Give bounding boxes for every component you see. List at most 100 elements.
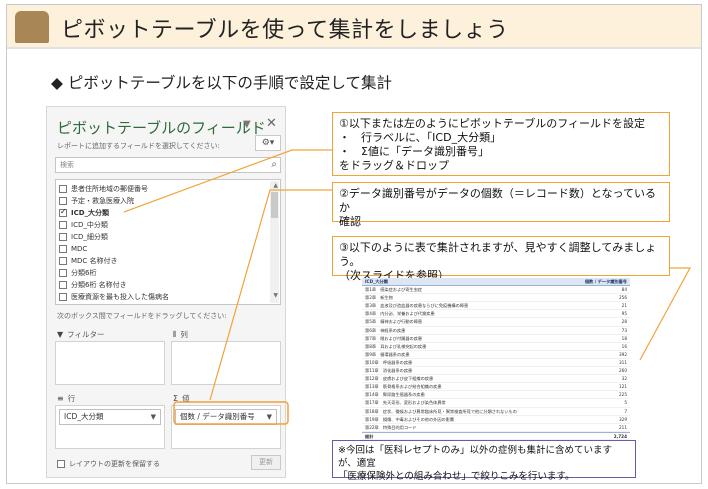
table-row: 第13章 筋骨格系および結合組織の疾患 121 [362, 383, 630, 392]
field-item[interactable]: ICD_中分類 [59, 219, 108, 230]
table-cell: 21 [621, 303, 627, 309]
search-input[interactable]: 検索 ⌕ [55, 157, 281, 173]
table-row: 第5章 精神および行動の障害 28 [362, 318, 630, 327]
table-cell: 第4章 内分泌、栄養および代謝疾患 [365, 311, 435, 317]
chevron-down-icon[interactable]: ▼ [267, 410, 272, 424]
table-row: 第12章 皮膚および皮下組織の疾患 32 [362, 375, 630, 384]
value-drop-zone[interactable]: 個数 / データ識別番号 ▼ [171, 405, 281, 449]
field-label: MDC [71, 244, 88, 253]
chevron-down-icon[interactable]: ▼ [243, 119, 251, 130]
table-total-value: 2,724 [613, 433, 627, 439]
callout-step1-line3: ・ Σ値に「データ識別番号」 [339, 145, 489, 158]
field-item[interactable]: 医療資源を最も投入した傷病名 [59, 291, 169, 302]
table-row: 第3章 血液及び造血器の疾患ならびに免疫機構の障害 21 [362, 302, 630, 311]
table-cell: 16 [621, 343, 627, 349]
table-row: 第8章 耳および乳様突起の疾患 16 [362, 343, 630, 351]
callout-step1: ①以下または左のようにピボットテーブルのフィールドを設定 ・ 行ラベルに、「IC… [332, 112, 670, 176]
field-item[interactable]: ICD_大分類 [59, 207, 109, 218]
field-label: ICD_中分類 [71, 220, 108, 229]
callout-step2-line1: ②データ識別番号がデータの個数（＝レコード数）となっているか [339, 187, 656, 214]
table-cell: 18 [621, 335, 627, 341]
checkbox[interactable] [59, 292, 67, 301]
table-header-row: ICD_大分類 個数 / データ識別番号 [362, 278, 630, 287]
checkbox[interactable] [59, 268, 67, 277]
table-row: 第17章 先天奇形、変形および染色体異常 5 [362, 399, 630, 408]
gear-icon[interactable]: ⚙▾ [255, 135, 281, 151]
footnote-line1: ※今回は「医科レセプトのみ」以外の症例も集計に含めていますが、適宜 [338, 445, 612, 469]
row-drop-zone[interactable]: ICD_大分類 ▼ [55, 405, 165, 449]
checkbox-checked[interactable] [59, 207, 67, 217]
footnote: ※今回は「医科レセプトのみ」以外の症例も集計に含めていますが、適宜 「医療保険外… [332, 440, 636, 482]
field-item[interactable]: 分類6桁 名称付き [59, 279, 127, 290]
field-item[interactable]: MDC [59, 243, 87, 254]
table-row: 第4章 内分泌、栄養および代謝疾患 95 [362, 310, 630, 319]
slide-subheading: ◆ ピボットテーブルを以下の手順で設定して集計 [51, 74, 392, 92]
field-item[interactable]: 予定・救急医療入院 [59, 195, 134, 206]
table-row: 第9章 循環器系の疾患 392 [362, 351, 630, 359]
filter-drop-zone[interactable] [55, 341, 165, 385]
update-button[interactable]: 更新 [251, 455, 281, 470]
table-cell: 第14章 腎尿路生殖器系の疾患 [365, 392, 425, 398]
checkbox[interactable] [59, 280, 67, 289]
checkbox[interactable] [59, 256, 67, 265]
table-cell: 第2章 新生物 [365, 295, 393, 301]
checkbox[interactable] [59, 232, 67, 241]
field-item[interactable]: MDC 名称付き [59, 255, 118, 266]
table-cell: 392 [619, 351, 627, 357]
table-row: 第11章 消化器系の疾患 260 [362, 367, 630, 376]
scroll-thumb[interactable] [271, 192, 278, 218]
table-cell: 第7章 眼および付属器の疾患 [365, 335, 423, 341]
pane-title: ピボットテーブルのフィールド [57, 119, 266, 137]
table-row: 第14章 腎尿路生殖器系の疾患 225 [362, 391, 630, 400]
field-label: ICD_細分類 [71, 232, 108, 241]
defer-layout-update[interactable]: レイアウトの更新を保留する [57, 459, 160, 469]
table-cell: 第6章 神経系の疾患 [365, 327, 406, 333]
table-cell: 7 [624, 408, 627, 414]
checkbox[interactable] [57, 460, 65, 468]
row-field-chip[interactable]: ICD_大分類 ▼ [59, 409, 161, 425]
table-cell: 第19章 損傷、中毒およびその他の外因の影響 [365, 416, 455, 422]
field-label: 医療資源を最も投入した傷病名 [71, 292, 169, 301]
checkbox[interactable] [59, 184, 67, 193]
field-item[interactable]: 分類6桁 [59, 267, 96, 278]
table-cell: 225 [619, 392, 627, 398]
table-row: 第10章 呼吸器系の疾患 311 [362, 359, 630, 368]
search-icon: ⌕ [271, 159, 277, 170]
title-badge-icon [15, 11, 49, 43]
checkbox[interactable] [59, 220, 67, 229]
checkbox[interactable] [59, 244, 67, 253]
title-bar: ピボットテーブルを使って集計をしましょう [7, 5, 701, 49]
columns-icon: ⫴ [173, 329, 177, 339]
sigma-icon: Σ [173, 394, 179, 403]
scroll-up-icon[interactable]: ▲ [273, 182, 278, 189]
table-row: 第6章 神経系の疾患 73 [362, 327, 630, 335]
row-chip-label: ICD_大分類 [64, 412, 104, 421]
table-cell: 第1章 感染症および寄生虫症 [365, 287, 423, 293]
field-list: 患者住所地域の郵便番号 予定・救急医療入院 ICD_大分類 ICD_中分類 IC… [55, 179, 281, 305]
field-item[interactable]: ICD_細分類 [59, 231, 108, 242]
table-cell: 121 [619, 384, 627, 390]
callout-step1-line4: をドラッグ＆ドロップ [339, 159, 449, 172]
table-cell: 5 [624, 400, 627, 406]
table-row: 第19章 損傷、中毒およびその他の外因の影響 329 [362, 416, 630, 424]
field-item[interactable]: 患者住所地域の郵便番号 [59, 183, 148, 194]
pane-hint: レポートに追加するフィールドを選択してください: [57, 142, 220, 150]
scroll-down-icon[interactable]: ▼ [273, 292, 278, 299]
value-field-chip[interactable]: 個数 / データ識別番号 ▼ [175, 409, 277, 425]
column-drop-zone[interactable] [171, 341, 281, 385]
field-label: ICD_大分類 [71, 208, 110, 217]
table-cell: 第8章 耳および乳様突起の疾患 [365, 343, 427, 349]
close-icon[interactable]: ✕ [266, 116, 277, 131]
chevron-down-icon[interactable]: ▼ [151, 410, 156, 424]
field-label: MDC 名称付き [71, 256, 118, 265]
table-row: 第18章 症状、徴候および異常臨床所見・異常検査所見で他に分類されないもの 7 [362, 408, 630, 416]
table-header-cell: ICD_大分類 [365, 279, 388, 284]
value-label: 値 [182, 394, 190, 403]
checkbox[interactable] [59, 196, 67, 205]
table-cell: 第18章 症状、徴候および異常臨床所見・異常検査所見で他に分類されないもの [365, 408, 517, 414]
pivot-field-pane: ピボットテーブルのフィールド ▼ ✕ レポートに追加するフィールドを選択してくだ… [46, 106, 286, 478]
filter-label: フィルター [67, 330, 105, 339]
table-total-label: 総計 [365, 433, 374, 439]
table-row: 第1章 感染症および寄生虫症 84 [362, 286, 630, 295]
table-total-row: 総計 2,724 [362, 431, 630, 440]
